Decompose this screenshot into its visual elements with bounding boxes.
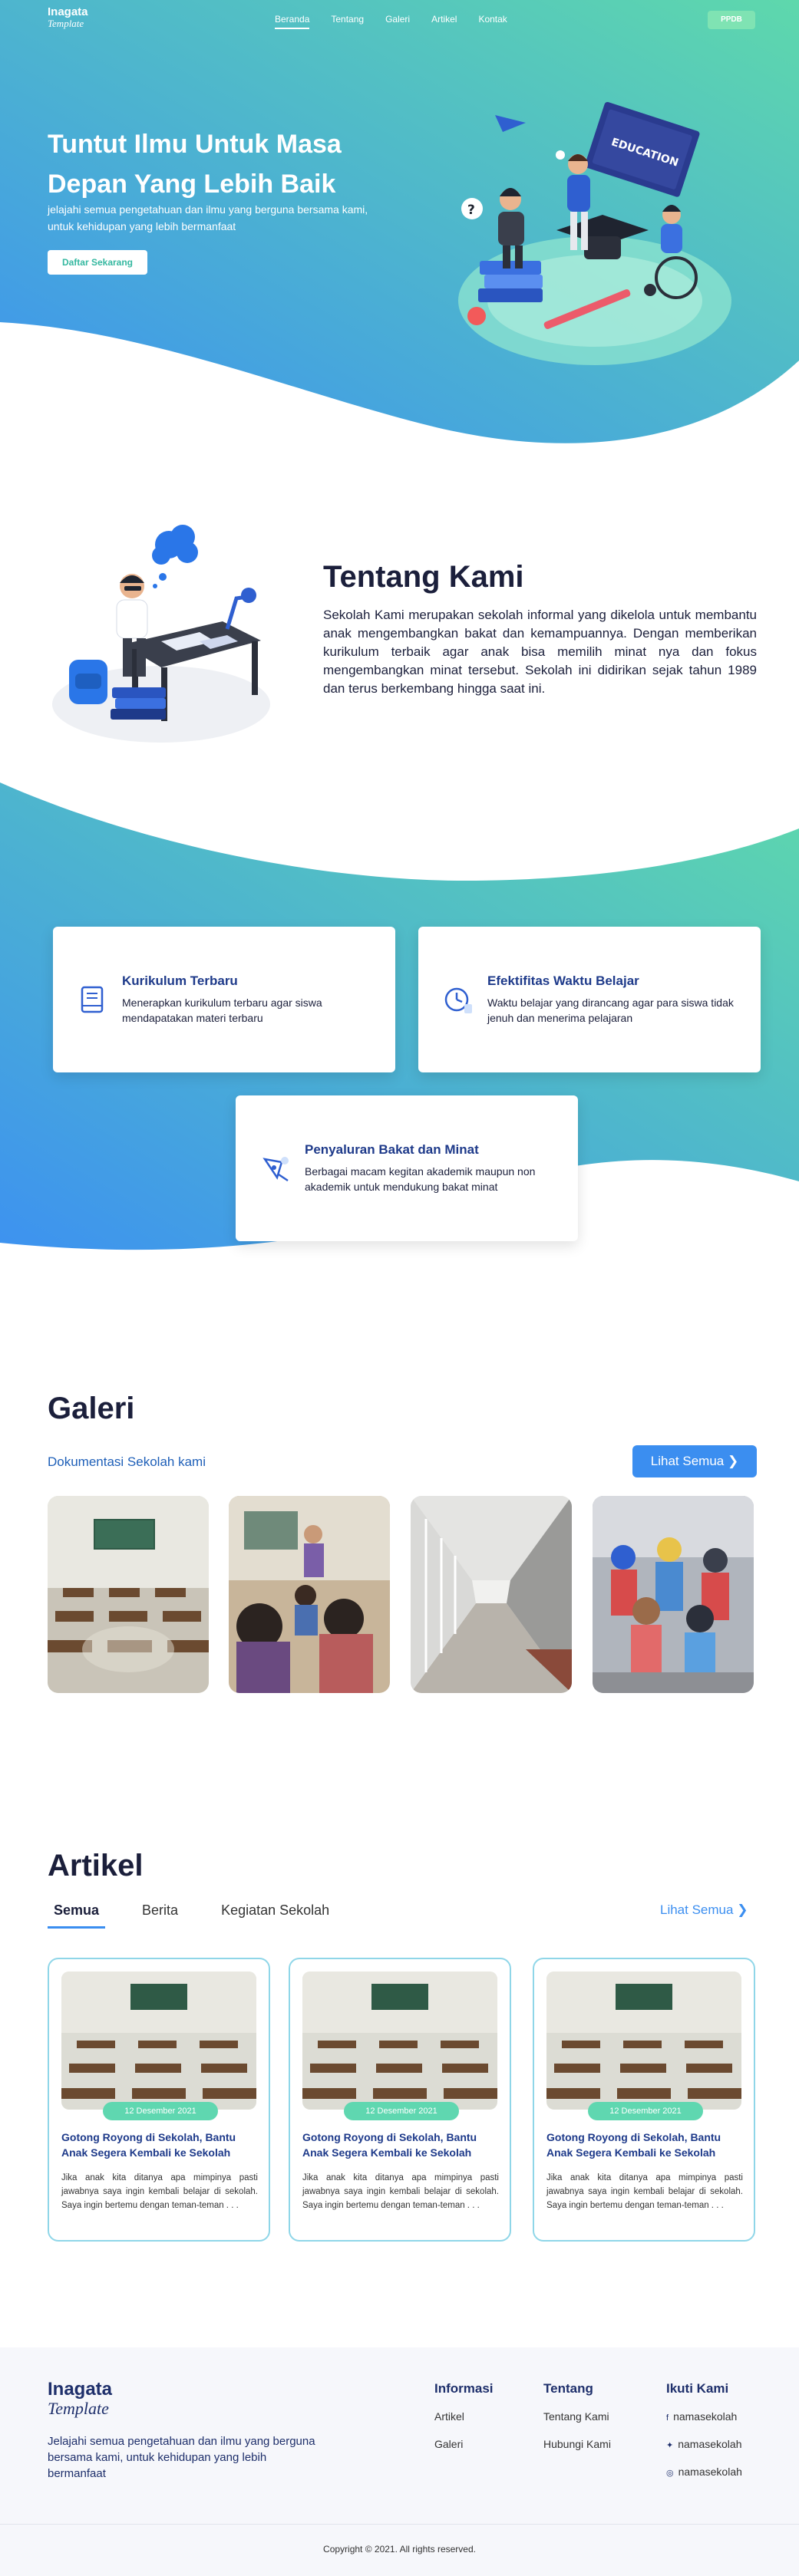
clock-icon bbox=[444, 987, 472, 1013]
hero-section: Inagata Template Beranda Tentang Galeri … bbox=[0, 0, 799, 460]
article-date: 12 Desember 2021 bbox=[588, 2102, 703, 2120]
book-icon bbox=[81, 986, 104, 1013]
footer-logo-script: Template bbox=[48, 2399, 109, 2418]
about-section: Tentang Kami Sekolah Kami merupakan seko… bbox=[0, 460, 799, 782]
article-image bbox=[61, 1972, 256, 2110]
nav-beranda[interactable]: Beranda bbox=[275, 14, 310, 29]
students-photo[interactable] bbox=[229, 1496, 390, 1693]
gallery-see-all-button[interactable]: Lihat Semua ❯ bbox=[632, 1445, 757, 1477]
gallery-subtitle: Dokumentasi Sekolah kami bbox=[48, 1454, 206, 1469]
svg-text:?: ? bbox=[467, 203, 475, 218]
student-desk-illustration bbox=[52, 525, 270, 743]
gallery-see-all-label: Lihat Semua bbox=[650, 1454, 725, 1468]
article-excerpt: Jika anak kita ditanya apa mimpinya past… bbox=[546, 2173, 743, 2210]
talent-icon bbox=[262, 1157, 289, 1182]
kids-image bbox=[593, 1496, 754, 1693]
footer-tentang-title: Tentang bbox=[543, 2381, 593, 2396]
education-illustration: EDUCATION ? bbox=[458, 101, 731, 365]
nav-menu: Beranda Tentang Galeri Artikel Kontak bbox=[275, 14, 507, 29]
footer-logo[interactable]: Inagata Template bbox=[48, 2380, 112, 2418]
footer-social-title: Ikuti Kami bbox=[666, 2381, 729, 2396]
students-image bbox=[229, 1496, 390, 1693]
footer-informasi: Informasi Artikel Galeri bbox=[434, 2381, 494, 2466]
feature-card-kurikulum[interactable]: Kurikulum Terbaru Menerapkan kurikulum t… bbox=[53, 927, 395, 1072]
feature-title: Kurikulum Terbaru bbox=[122, 973, 238, 988]
article-date: 12 Desember 2021 bbox=[344, 2102, 459, 2120]
article-title[interactable]: Gotong Royong di Sekolah, Bantu Anak Seg… bbox=[546, 2130, 743, 2160]
classroom-image bbox=[48, 1496, 209, 1693]
about-title: Tentang Kami bbox=[323, 560, 524, 594]
feature-title: Penyaluran Bakat dan Minat bbox=[305, 1142, 479, 1157]
kids-photo[interactable] bbox=[593, 1496, 754, 1693]
chevron-right-icon: ❯ bbox=[737, 1902, 748, 1917]
copyright: Copyright © 2021. All rights reserved. bbox=[323, 2544, 476, 2555]
article-card[interactable]: 12 Desember 2021 Gotong Royong di Sekola… bbox=[48, 1958, 270, 2242]
gallery-section: Galeri Dokumentasi Sekolah kami Lihat Se… bbox=[0, 1327, 799, 1810]
article-image bbox=[546, 1972, 741, 2110]
feature-text: Berbagai macam kegitan akademik maupun n… bbox=[305, 1165, 536, 1193]
feature-card-bakat[interactable]: Penyaluran Bakat dan Minat Berbagai maca… bbox=[236, 1095, 578, 1241]
footer-divider bbox=[0, 2524, 799, 2525]
facebook-handle: namasekolah bbox=[673, 2410, 738, 2423]
footer-tentang: Tentang Tentang Kami Hubungi Kami bbox=[543, 2381, 611, 2466]
footer: Inagata Template Jelajahi semua pengetah… bbox=[0, 2347, 799, 2576]
article-card[interactable]: 12 Desember 2021 Gotong Royong di Sekola… bbox=[533, 1958, 755, 2242]
instagram-handle: namasekolah bbox=[678, 2466, 742, 2478]
articles-see-all-link[interactable]: Lihat Semua ❯ bbox=[660, 1902, 748, 1918]
article-excerpt: Jika anak kita ditanya apa mimpinya past… bbox=[302, 2173, 499, 2210]
features-section: Kurikulum Terbaru Menerapkan kurikulum t… bbox=[0, 782, 799, 1327]
nav-kontak[interactable]: Kontak bbox=[478, 14, 507, 29]
articles-title: Artikel bbox=[48, 1849, 144, 1883]
classroom-photo[interactable] bbox=[48, 1496, 209, 1693]
ppdb-button[interactable]: PPDB bbox=[708, 11, 755, 29]
facebook-icon: f bbox=[666, 2413, 669, 2423]
footer-facebook-link[interactable]: f namasekolah bbox=[666, 2410, 742, 2423]
footer-link-tentang-kami[interactable]: Tentang Kami bbox=[543, 2410, 611, 2423]
footer-social: Ikuti Kami f namasekolah ✦ namasekolah ◎ na… bbox=[666, 2381, 742, 2493]
footer-link-artikel[interactable]: Artikel bbox=[434, 2410, 494, 2423]
footer-description: Jelajahi semua pengetahuan dan ilmu yang… bbox=[48, 2435, 315, 2480]
register-button[interactable]: Daftar Sekarang bbox=[48, 250, 147, 275]
about-text: Sekolah Kami merupakan sekolah informal … bbox=[323, 608, 757, 696]
logo-script: Template bbox=[48, 18, 84, 29]
footer-logo-text: Inagata bbox=[48, 2379, 113, 2400]
footer-instagram-link[interactable]: ◎ namasekolah bbox=[666, 2466, 742, 2478]
article-excerpt: Jika anak kita ditanya apa mimpinya past… bbox=[61, 2173, 258, 2210]
tab-berita[interactable]: Berita bbox=[136, 1902, 184, 1929]
footer-informasi-title: Informasi bbox=[434, 2381, 494, 2396]
logo-text: Inagata bbox=[48, 5, 88, 18]
articles-see-all-label: Lihat Semua bbox=[660, 1902, 734, 1917]
hero-title: Tuntut Ilmu Untuk Masa Depan Yang Lebih … bbox=[48, 130, 342, 199]
chevron-right-icon: ❯ bbox=[727, 1454, 739, 1468]
corridor-image bbox=[411, 1496, 572, 1693]
footer-twitter-link[interactable]: ✦ namasekolah bbox=[666, 2438, 742, 2450]
article-image bbox=[302, 1972, 497, 2110]
navbar: Inagata Template Beranda Tentang Galeri … bbox=[0, 0, 799, 40]
feature-title: Efektifitas Waktu Belajar bbox=[487, 973, 639, 988]
footer-link-galeri[interactable]: Galeri bbox=[434, 2438, 494, 2450]
logo[interactable]: Inagata Template bbox=[48, 6, 88, 29]
twitter-icon: ✦ bbox=[666, 2441, 674, 2450]
nav-artikel[interactable]: Artikel bbox=[431, 14, 457, 29]
articles-section: Artikel Semua Berita Kegiatan Sekolah Li… bbox=[0, 1810, 799, 2347]
article-date: 12 Desember 2021 bbox=[103, 2102, 218, 2120]
twitter-handle: namasekolah bbox=[678, 2438, 742, 2450]
corridor-photo[interactable] bbox=[411, 1496, 572, 1693]
feature-card-waktu[interactable]: Efektifitas Waktu Belajar Waktu belajar … bbox=[418, 927, 761, 1072]
feature-text: Menerapkan kurikulum terbaru agar siswa … bbox=[122, 996, 322, 1024]
article-tabs: Semua Berita Kegiatan Sekolah bbox=[48, 1902, 335, 1929]
feature-text: Waktu belajar yang dirancang agar para s… bbox=[487, 996, 734, 1024]
footer-link-hubungi-kami[interactable]: Hubungi Kami bbox=[543, 2438, 611, 2450]
tab-semua[interactable]: Semua bbox=[48, 1902, 106, 1929]
nav-galeri[interactable]: Galeri bbox=[385, 14, 410, 29]
article-card[interactable]: 12 Desember 2021 Gotong Royong di Sekola… bbox=[289, 1958, 511, 2242]
hero-subtitle: jelajahi semua pengetahuan dan ilmu yang… bbox=[48, 203, 368, 232]
article-title[interactable]: Gotong Royong di Sekolah, Bantu Anak Seg… bbox=[61, 2130, 258, 2160]
nav-tentang[interactable]: Tentang bbox=[331, 14, 364, 29]
article-title[interactable]: Gotong Royong di Sekolah, Bantu Anak Seg… bbox=[302, 2130, 499, 2160]
tab-kegiatan-sekolah[interactable]: Kegiatan Sekolah bbox=[215, 1902, 335, 1929]
gallery-title: Galeri bbox=[48, 1392, 135, 1425]
